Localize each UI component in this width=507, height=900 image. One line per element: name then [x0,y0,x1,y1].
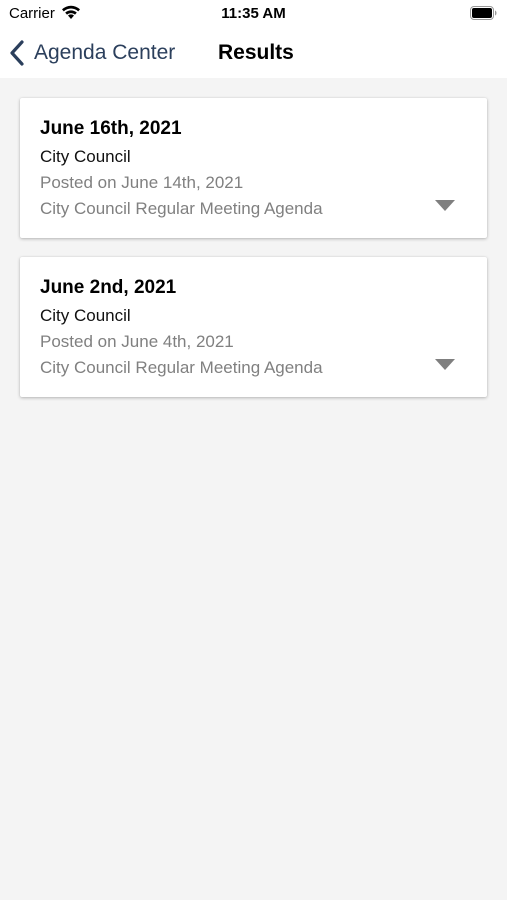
meeting-date: June 2nd, 2021 [40,277,177,298]
triangle-down-icon [435,199,455,211]
triangle-down-icon [435,358,455,370]
meeting-category: City Council [40,306,131,325]
meeting-description: City Council Regular Meeting Agenda [40,199,323,218]
battery-icon [470,6,497,20]
meeting-description: City Council Regular Meeting Agenda [40,358,323,377]
expand-button[interactable] [431,194,459,216]
results-list: June 16th, 2021 City Council Posted on J… [0,78,507,900]
back-button-label: Agenda Center [34,41,176,64]
meeting-category: City Council [40,147,131,166]
posted-date: Posted on June 14th, 2021 [40,173,244,192]
meeting-date: June 16th, 2021 [40,118,182,139]
back-button[interactable]: Agenda Center [8,36,175,70]
navigation-bar: Agenda Center Results [0,28,507,78]
result-card[interactable]: June 2nd, 2021 City Council Posted on Ju… [20,257,487,397]
status-bar: Carrier 11:35 AM [0,0,507,28]
result-card[interactable]: June 16th, 2021 City Council Posted on J… [20,98,487,238]
posted-date: Posted on June 4th, 2021 [40,332,234,351]
chevron-left-icon [8,38,26,68]
status-time: 11:35 AM [221,5,286,22]
expand-button[interactable] [431,353,459,375]
page-title: Results [218,41,294,64]
